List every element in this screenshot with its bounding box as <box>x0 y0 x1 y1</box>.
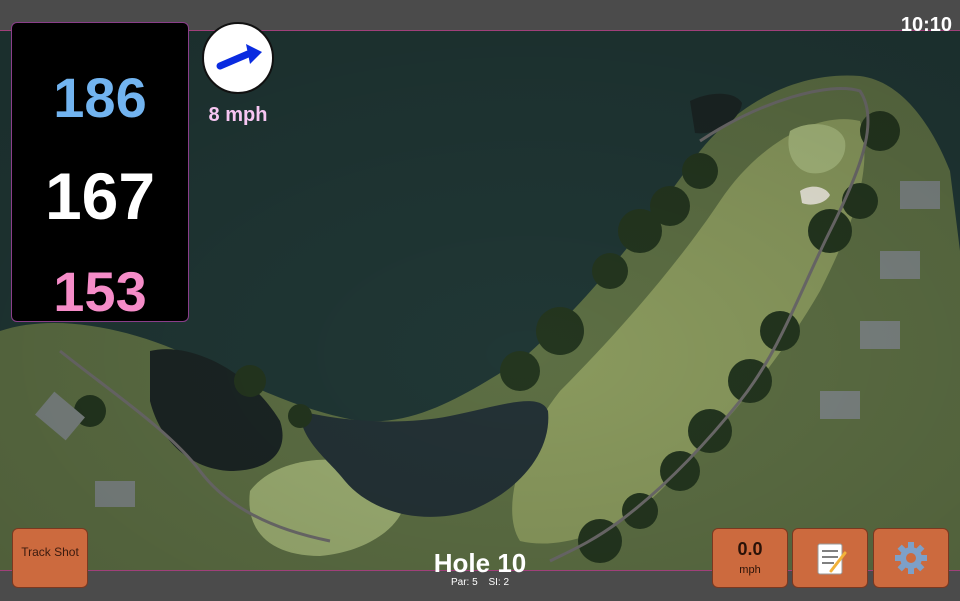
wind-speed-value: 0.0 <box>737 539 763 559</box>
hole-meta: Par: 5 SI: 2 <box>380 577 580 588</box>
notepad-icon <box>817 543 847 575</box>
track-shot-button[interactable]: Track Shot <box>12 528 88 588</box>
middle-distance: 167 <box>44 159 156 233</box>
track-shot-label: Track Shot <box>21 545 79 559</box>
wind-arrow-icon <box>216 44 262 70</box>
gear-icon <box>895 542 927 574</box>
wind-speed-unit: mph <box>739 564 761 576</box>
hole-par: Par: 5 <box>450 577 478 588</box>
hole-si: SI: 2 <box>488 577 510 588</box>
wind-speed-label: 8 mph <box>208 104 268 126</box>
settings-button[interactable] <box>873 528 949 588</box>
notes-button[interactable] <box>792 528 868 588</box>
back-distance: 186 <box>53 66 147 129</box>
hole-title: Hole 10 <box>433 548 527 578</box>
wind-speed-button[interactable]: 0.0 mph <box>712 528 788 588</box>
front-distance: 153 <box>53 260 147 323</box>
wind-direction-dial <box>202 22 274 94</box>
distance-panel: 186 167 153 <box>11 22 189 323</box>
